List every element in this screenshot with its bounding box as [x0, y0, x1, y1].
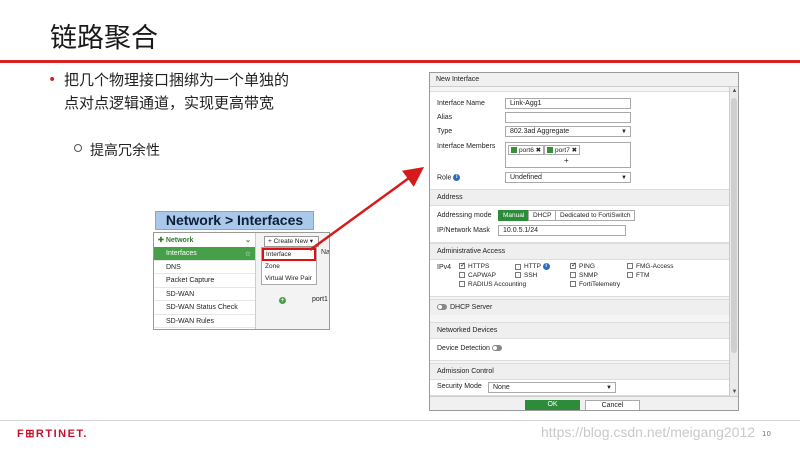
dialog-title: New Interface — [430, 73, 738, 87]
slide-title: 链路聚合 — [50, 23, 158, 54]
menu-item-sd-wan[interactable]: SD-WAN — [154, 288, 255, 301]
column-header-name: Na — [321, 249, 330, 256]
sub-bullet-text: 提高冗余性 — [90, 143, 160, 159]
fortinet-logo: F⊞RTINET. — [17, 428, 88, 440]
bullet-text-line1: 把几个物理接口捆绑为一个单独的 — [64, 71, 290, 89]
expand-icon[interactable]: + — [279, 297, 286, 304]
scroll-down-icon[interactable]: ▼ — [731, 389, 738, 395]
admission-control-section-header: Admission Control — [430, 363, 730, 379]
create-new-dropdown: Interface Zone Virtual Wire Pair — [261, 247, 317, 285]
snmp-checkbox[interactable]: SNMP — [570, 272, 598, 279]
address-section-header: Address — [430, 189, 730, 205]
dhcp-server-row[interactable]: DHCP Server — [430, 299, 730, 315]
dhcp-server-toggle[interactable] — [437, 304, 447, 311]
alias-label: Alias — [437, 114, 453, 121]
menu-item-packet-capture[interactable]: Packet Capture — [154, 274, 255, 288]
page-number: 10 — [762, 430, 771, 438]
network-tree-icon: ✚ — [158, 237, 166, 244]
addressing-mode-fortiswitch[interactable]: Dedicated to FortiSwitch — [555, 210, 636, 221]
network-sidebar: ✚ Network ⌄ Interfaces ☆ DNS Packet Capt… — [154, 233, 256, 329]
info-icon[interactable]: i — [453, 174, 461, 181]
https-checkbox[interactable]: HTTPS — [459, 261, 489, 270]
scroll-up-icon[interactable]: ▲ — [731, 88, 738, 94]
role-label: Role i — [437, 174, 461, 181]
addressing-mode-manual[interactable]: Manual — [498, 210, 530, 221]
dropdown-item-virtual-wire-pair[interactable]: Virtual Wire Pair — [262, 273, 316, 286]
addressing-mode-label: Addressing mode — [437, 212, 492, 219]
select-arrow-icon: ▼ — [621, 175, 627, 181]
new-interface-dialog: New Interface Interface Name Link-Agg1 A… — [429, 72, 739, 411]
admission-control-section: Security Mode None ▼ — [430, 379, 730, 396]
remove-icon[interactable]: ✖ — [572, 147, 577, 154]
menu-item-interfaces[interactable]: Interfaces ☆ — [154, 247, 255, 261]
networked-devices-section-header: Networked Devices — [430, 322, 730, 338]
fmg-access-checkbox[interactable]: FMG-Access — [627, 263, 674, 270]
admin-access-section: IPv4 HTTPS HTTP i PING FMG-Access CAPWAP… — [430, 259, 730, 297]
interface-name-label: Interface Name — [437, 100, 485, 107]
role-select[interactable]: Undefined ▼ — [505, 172, 631, 183]
dialog-scrollbar[interactable]: ▲ ▼ — [729, 87, 738, 396]
dropdown-item-interface[interactable]: Interface — [262, 248, 316, 261]
sub-bullet-marker — [74, 144, 82, 152]
cancel-button[interactable]: Cancel — [585, 400, 640, 410]
admin-access-section-header: Administrative Access — [430, 243, 730, 259]
interface-name-input[interactable]: Link-Agg1 — [505, 98, 631, 109]
member-chip-port6[interactable]: port6 ✖ — [508, 145, 545, 155]
menu-item-sd-wan-status-check[interactable]: SD-WAN Status Check — [154, 301, 255, 315]
port-icon — [547, 147, 553, 154]
ftm-checkbox[interactable]: FTM — [627, 272, 649, 279]
type-label: Type — [437, 128, 453, 135]
bullet-text-line2: 点对点逻辑通道，实现更高带宽 — [64, 94, 275, 112]
device-detection-row: Device Detection — [437, 345, 505, 352]
star-icon[interactable]: ☆ — [245, 250, 251, 260]
fortitelemetry-checkbox[interactable]: FortiTelemetry — [570, 281, 620, 288]
ssh-checkbox[interactable]: SSH — [515, 272, 537, 279]
type-select[interactable]: 802.3ad Aggregate ▼ — [505, 126, 631, 137]
networked-devices-section: Device Detection — [430, 338, 730, 361]
security-mode-label: Security Mode — [437, 383, 482, 390]
port-row-label[interactable]: port1 — [312, 296, 328, 303]
member-chip-port7[interactable]: port7 ✖ — [544, 145, 581, 155]
ip-mask-label: IP/Network Mask — [437, 227, 490, 234]
scroll-thumb[interactable] — [731, 98, 737, 353]
title-rule — [0, 60, 800, 63]
network-interfaces-label: Network > Interfaces — [155, 211, 314, 230]
capwap-checkbox[interactable]: CAPWAP — [459, 272, 496, 279]
addressing-mode-dhcp[interactable]: DHCP — [528, 210, 557, 221]
create-new-button[interactable]: + Create New ▾ — [264, 236, 319, 247]
ping-checkbox[interactable]: PING — [570, 261, 595, 270]
network-menu-header[interactable]: ✚ Network ⌄ — [154, 233, 255, 247]
menu-item-dns[interactable]: DNS — [154, 261, 255, 274]
port-icon — [511, 147, 517, 154]
info-icon[interactable]: i — [542, 263, 550, 270]
footer-rule — [0, 420, 800, 421]
http-checkbox[interactable]: HTTP i — [515, 263, 550, 270]
chevron-down-icon: ⌄ — [245, 237, 251, 244]
remove-icon[interactable]: ✖ — [536, 147, 541, 154]
ok-button[interactable]: OK — [525, 400, 580, 410]
dialog-body: Interface Name Link-Agg1 Alias Type 802.… — [430, 87, 730, 396]
interface-members-label: Interface Members — [437, 143, 496, 150]
interface-members-field[interactable]: port6 ✖ port7 ✖ + — [505, 142, 631, 168]
caret-down-icon: ▾ — [307, 238, 314, 245]
ipv4-label: IPv4 — [437, 264, 452, 271]
address-section: Addressing mode Manual DHCP Dedicated to… — [430, 205, 730, 243]
bullet-marker: • — [48, 72, 57, 88]
radius-accounting-checkbox[interactable]: RADIUS Accounting — [459, 281, 526, 288]
add-member-button[interactable]: + — [564, 157, 569, 165]
dropdown-item-zone[interactable]: Zone — [262, 261, 316, 274]
select-arrow-icon: ▼ — [621, 129, 627, 135]
security-mode-select[interactable]: None ▼ — [488, 382, 616, 393]
device-detection-toggle[interactable] — [491, 345, 502, 352]
ip-mask-input[interactable]: 10.0.5.1/24 — [498, 225, 626, 236]
menu-item-sd-wan-rules[interactable]: SD-WAN Rules — [154, 315, 255, 328]
select-arrow-icon: ▼ — [606, 385, 612, 391]
general-section: Interface Name Link-Agg1 Alias Type 802.… — [430, 91, 730, 191]
alias-input[interactable] — [505, 112, 631, 123]
watermark-text: https://blog.csdn.net/meigang2012 — [541, 424, 756, 440]
dialog-footer: OK Cancel — [430, 396, 738, 410]
